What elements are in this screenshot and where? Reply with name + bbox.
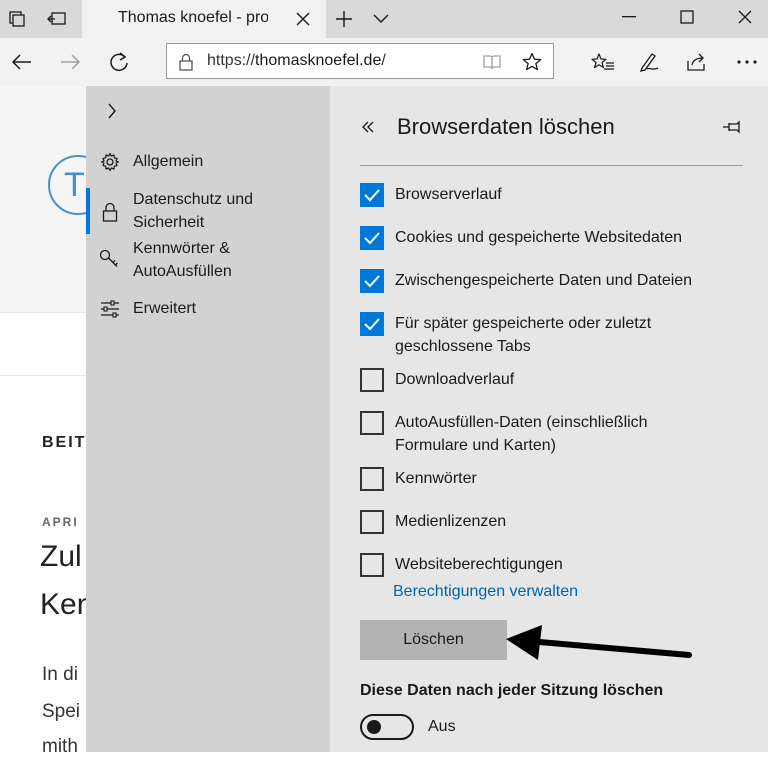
double-chevron-back-icon[interactable] — [357, 116, 379, 138]
option-label: Downloadverlauf — [395, 371, 515, 388]
post-date: APRI — [42, 515, 79, 529]
page-hero: T — [0, 86, 108, 313]
address-bar: https://thomasknoefel.de/ — [0, 38, 768, 86]
tab-title: Thomas knoefel - profes — [118, 9, 268, 26]
lock-icon — [98, 200, 122, 224]
checkbox[interactable] — [360, 269, 384, 293]
new-tab-icon[interactable] — [331, 6, 357, 32]
settings-item-privacy-security[interactable]: Datenschutz und Sicherheit — [86, 188, 330, 234]
url-path: / — [381, 52, 386, 69]
settings-item-advanced[interactable]: Erweitert — [86, 297, 330, 321]
settings-item-general[interactable]: Allgemein — [86, 150, 330, 174]
option-label: Kennwörter — [395, 470, 477, 487]
page-divider — [0, 375, 100, 376]
active-tab[interactable]: Thomas knoefel - profes — [82, 0, 326, 38]
checkbox[interactable] — [360, 510, 384, 534]
clear-on-close-toggle[interactable] — [360, 714, 414, 740]
option-label-line1: Für später gespeicherte oder zuletzt — [395, 315, 652, 332]
checkbox[interactable] — [360, 411, 384, 435]
checkbox[interactable] — [360, 368, 384, 392]
refresh-icon[interactable] — [104, 48, 134, 76]
option-label: Zwischengespeicherte Daten und Dateien — [395, 272, 693, 289]
toggle-knob — [367, 720, 381, 734]
clear-on-close-label: Diese Daten nach jeder Sitzung löschen — [360, 682, 664, 699]
tab-bar: Thomas knoefel - profes — [0, 0, 768, 38]
option-label-line2: geschlossene Tabs — [395, 338, 531, 355]
forward-arrow-icon[interactable] — [56, 48, 86, 76]
post-title-line1[interactable]: Zul — [40, 540, 82, 574]
checkbox[interactable] — [360, 226, 384, 250]
checkbox[interactable] — [360, 467, 384, 491]
option-label-line1: AutoAusfüllen-Daten (einschließlich — [395, 414, 648, 431]
url-scheme: https:// — [207, 52, 256, 69]
settings-item-label: Erweitert — [133, 300, 197, 317]
settings-item-passwords-autofill[interactable]: Kennwörter & AutoAusfüllen — [86, 237, 330, 283]
settings-item-label: Allgemein — [133, 153, 204, 170]
logo-letter: T — [64, 166, 85, 204]
tab-set-aside-icon[interactable] — [4, 6, 30, 32]
post-body-line2: Spei — [42, 701, 81, 722]
sliders-icon — [98, 297, 122, 321]
more-menu-icon[interactable] — [732, 48, 762, 76]
toggle-state-label: Aus — [428, 718, 456, 735]
key-icon — [98, 247, 122, 271]
minimize-icon[interactable] — [606, 0, 652, 34]
option-label: Websiteberechtigungen — [395, 556, 563, 573]
manage-permissions-link[interactable]: Berechtigungen verwalten — [393, 583, 578, 601]
share-icon[interactable] — [682, 48, 712, 76]
checkbox[interactable] — [360, 183, 384, 207]
expand-chevron-icon[interactable] — [102, 100, 122, 122]
reading-view-icon[interactable] — [479, 49, 505, 75]
clear-browsing-data-panel: Browserdaten löschen Browserverlauf Cook… — [330, 86, 768, 752]
gear-icon — [98, 150, 122, 174]
back-arrow-icon[interactable] — [6, 48, 36, 76]
title-divider — [360, 165, 743, 166]
option-label-line2: Formulare und Karten) — [395, 437, 556, 454]
tab-preview-icon[interactable] — [44, 6, 70, 32]
post-body-line1: In di — [42, 664, 78, 685]
post-body-line3: mith — [42, 736, 78, 757]
url-host: thomasknoefel.de — [255, 52, 382, 69]
option-label: Browserverlauf — [395, 186, 502, 203]
settings-item-label-line1: Datenschutz und — [133, 191, 254, 208]
favorite-star-icon[interactable] — [519, 49, 545, 75]
url-field[interactable]: https://thomasknoefel.de/ — [166, 43, 554, 79]
favorites-list-icon[interactable] — [588, 48, 618, 76]
option-label: Medienlizenzen — [395, 513, 507, 530]
tab-list-chevron-icon[interactable] — [368, 6, 394, 32]
url-text: https://thomasknoefel.de/ — [207, 52, 386, 70]
settings-item-label-line1: Kennwörter & — [133, 240, 230, 257]
tab-close-icon[interactable] — [290, 6, 316, 32]
checkbox[interactable] — [360, 312, 384, 336]
section-heading: BEIT — [42, 434, 87, 451]
window-close-icon[interactable] — [722, 0, 768, 34]
settings-nav-panel: Allgemein Datenschutz und Sicherheit Ken… — [86, 86, 330, 752]
settings-item-label-line2: Sicherheit — [133, 214, 205, 231]
checkbox[interactable] — [360, 553, 384, 577]
pen-notes-icon[interactable] — [634, 48, 664, 76]
settings-item-label-line2: AutoAusfüllen — [133, 263, 232, 280]
clear-button[interactable]: Löschen — [360, 620, 507, 660]
padlock-icon[interactable] — [173, 49, 199, 75]
panel-title: Browserdaten löschen — [397, 114, 615, 139]
option-label: Cookies und gespeicherte Websitedaten — [395, 229, 682, 246]
maximize-icon[interactable] — [664, 0, 710, 34]
pin-icon[interactable] — [720, 114, 746, 140]
